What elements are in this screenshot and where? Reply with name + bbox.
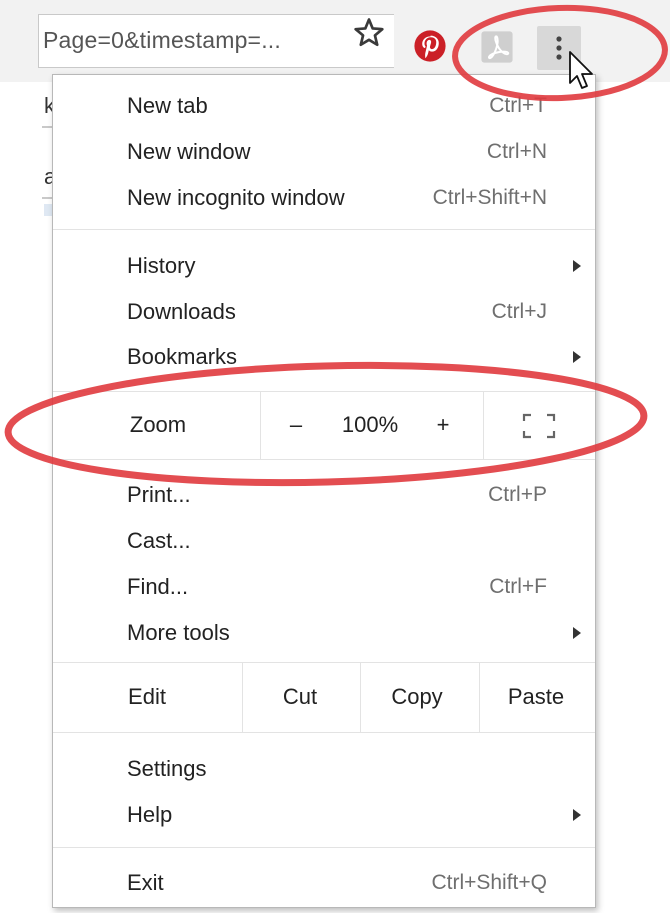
menu-item-label: Find... xyxy=(127,574,189,599)
fullscreen-icon[interactable] xyxy=(522,413,556,439)
menu-item-label: Help xyxy=(127,802,173,827)
menu-item-label: Settings xyxy=(127,756,207,781)
menu-item-print[interactable]: Print... Ctrl+P xyxy=(53,472,595,518)
menu-item-label: Print... xyxy=(127,482,191,507)
menu-item-cast[interactable]: Cast... xyxy=(53,518,595,564)
menu-item-label: New window xyxy=(127,139,251,164)
shortcut-label: Ctrl+N xyxy=(486,140,547,163)
menu-item-downloads[interactable]: Downloads Ctrl+J xyxy=(53,289,595,335)
pdf-icon[interactable] xyxy=(480,30,514,64)
url-text[interactable]: Page=0&timestamp=... xyxy=(43,27,281,54)
menu-separator xyxy=(53,459,595,460)
edit-row: Edit Cut Copy Paste xyxy=(53,662,595,732)
menu-item-history[interactable]: History xyxy=(53,243,595,289)
zoom-row: Zoom – 100% + xyxy=(53,391,595,459)
cell-divider xyxy=(360,662,361,732)
menu-item-label: Downloads xyxy=(127,299,236,324)
zoom-in-button[interactable]: + xyxy=(437,412,450,438)
cell-divider xyxy=(242,662,243,732)
cell-divider xyxy=(483,391,484,459)
menu-item-label: Exit xyxy=(127,870,164,895)
copy-button[interactable]: Copy xyxy=(391,684,442,710)
menu-item-bookmarks[interactable]: Bookmarks xyxy=(53,334,595,380)
zoom-label: Zoom xyxy=(129,412,187,437)
menu-item-exit[interactable]: Exit Ctrl+Shift+Q xyxy=(53,860,595,906)
paste-button[interactable]: Paste xyxy=(508,684,564,710)
cell-divider xyxy=(260,391,261,459)
menu-item-new-incognito-window[interactable]: New incognito window Ctrl+Shift+N xyxy=(53,175,595,221)
menu-item-label: Bookmarks xyxy=(127,344,238,369)
edit-label: Edit xyxy=(128,684,166,709)
submenu-arrow-icon xyxy=(573,260,581,272)
address-bar[interactable]: Page=0&timestamp=... xyxy=(38,14,394,68)
menu-item-find[interactable]: Find... Ctrl+F xyxy=(53,564,595,610)
menu-item-help[interactable]: Help xyxy=(53,792,595,838)
chrome-main-menu: New tab Ctrl+T New window Ctrl+N New inc… xyxy=(52,74,596,908)
menu-item-label: More tools xyxy=(127,620,230,645)
cell-divider xyxy=(479,662,480,732)
star-icon[interactable] xyxy=(352,16,386,50)
menu-item-label: New incognito window xyxy=(127,185,345,210)
menu-item-label: New tab xyxy=(127,93,208,118)
shortcut-label: Ctrl+P xyxy=(488,483,547,506)
zoom-out-button[interactable]: – xyxy=(290,412,302,438)
submenu-arrow-icon xyxy=(573,627,581,639)
shortcut-label: Ctrl+T xyxy=(489,94,547,117)
pinterest-icon[interactable] xyxy=(413,29,447,63)
menu-item-new-tab[interactable]: New tab Ctrl+T xyxy=(53,83,595,129)
submenu-arrow-icon xyxy=(573,809,581,821)
menu-item-settings[interactable]: Settings xyxy=(53,746,595,792)
zoom-level: 100% xyxy=(341,412,399,437)
shortcut-label: Ctrl+Shift+N xyxy=(432,186,547,209)
shortcut-label: Ctrl+Shift+Q xyxy=(431,871,547,894)
menu-separator xyxy=(53,732,595,733)
cut-button[interactable]: Cut xyxy=(283,684,317,710)
menu-item-more-tools[interactable]: More tools xyxy=(53,610,595,656)
submenu-arrow-icon xyxy=(573,351,581,363)
menu-item-new-window[interactable]: New window Ctrl+N xyxy=(53,129,595,175)
shortcut-label: Ctrl+J xyxy=(491,300,547,323)
mouse-cursor-icon xyxy=(569,51,593,89)
menu-separator xyxy=(53,847,595,848)
menu-item-label: Cast... xyxy=(127,528,191,553)
shortcut-label: Ctrl+F xyxy=(489,575,547,598)
menu-item-label: History xyxy=(127,253,196,278)
menu-separator xyxy=(53,229,595,230)
